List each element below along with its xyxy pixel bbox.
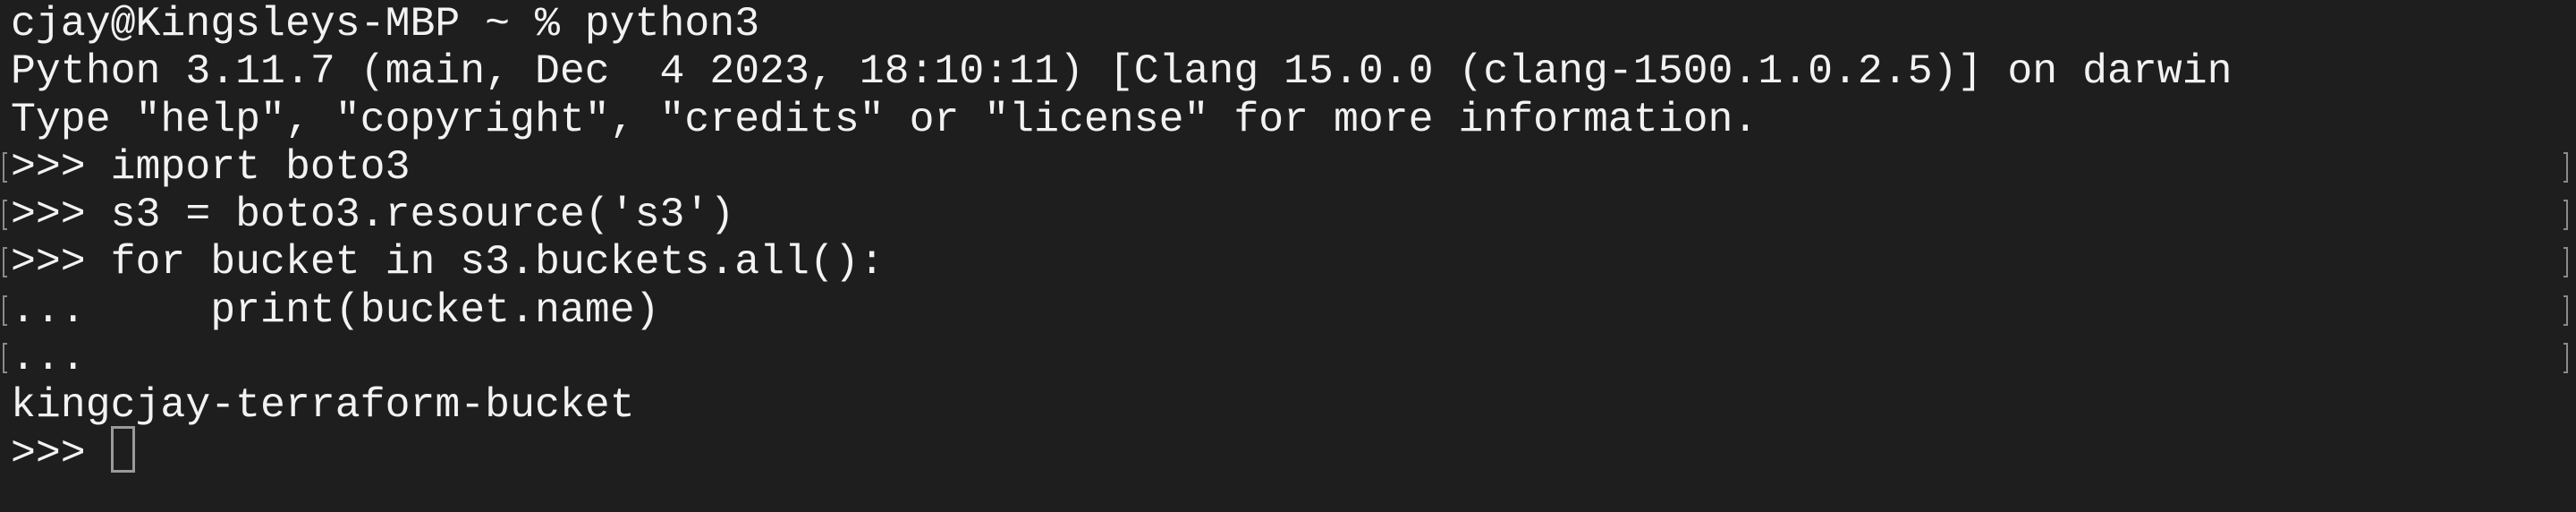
line-text: ... print(bucket.name) (11, 286, 660, 334)
terminal-line: Python 3.11.7 (main, Dec 4 2023, 18:10:1… (0, 47, 2576, 95)
terminal-line: >>> s3 = boto3.resource('s3') (0, 191, 2576, 238)
mark-bracket-left (3, 343, 7, 374)
terminal-line: >>> for bucket in s3.buckets.all(): (0, 238, 2576, 286)
line-text: >>> s3 = boto3.resource('s3') (11, 191, 735, 239)
terminal-line: kingcjay-terraform-bucket (0, 381, 2576, 429)
mark-bracket-left (3, 247, 7, 278)
mark-bracket-right (2563, 247, 2568, 278)
line-text: >>> for bucket in s3.buckets.all(): (11, 238, 885, 286)
line-text: Type "help", "copyright", "credits" or "… (11, 95, 1758, 143)
terminal-prompt-line[interactable]: >>> (0, 426, 2576, 477)
mark-bracket-left (3, 151, 7, 183)
mark-bracket-right (2563, 343, 2568, 374)
terminal-line: Type "help", "copyright", "credits" or "… (0, 96, 2576, 143)
line-text: Python 3.11.7 (main, Dec 4 2023, 18:10:1… (11, 47, 2233, 96)
mark-bracket-right (2563, 294, 2568, 326)
terminal-line: ... (0, 334, 2576, 381)
line-text: ... (11, 334, 86, 382)
text-cursor[interactable] (110, 426, 135, 474)
terminal-line: >>> import boto3 (0, 143, 2576, 191)
mark-bracket-right (2563, 200, 2568, 231)
line-text: >>> import boto3 (11, 142, 411, 191)
terminal-output[interactable]: cjay@Kingsleys-MBP ~ % python3 Python 3.… (0, 0, 2576, 477)
terminal-line: cjay@Kingsleys-MBP ~ % python3 (0, 0, 2576, 47)
prompt: >>> (11, 429, 111, 477)
mark-bracket-left (3, 294, 7, 326)
terminal-line: ... print(bucket.name) (0, 286, 2576, 334)
mark-bracket-right (2563, 151, 2568, 183)
line-text: kingcjay-terraform-bucket (11, 381, 635, 430)
mark-bracket-left (3, 200, 7, 231)
line-text: cjay@Kingsleys-MBP ~ % python3 (11, 0, 760, 47)
